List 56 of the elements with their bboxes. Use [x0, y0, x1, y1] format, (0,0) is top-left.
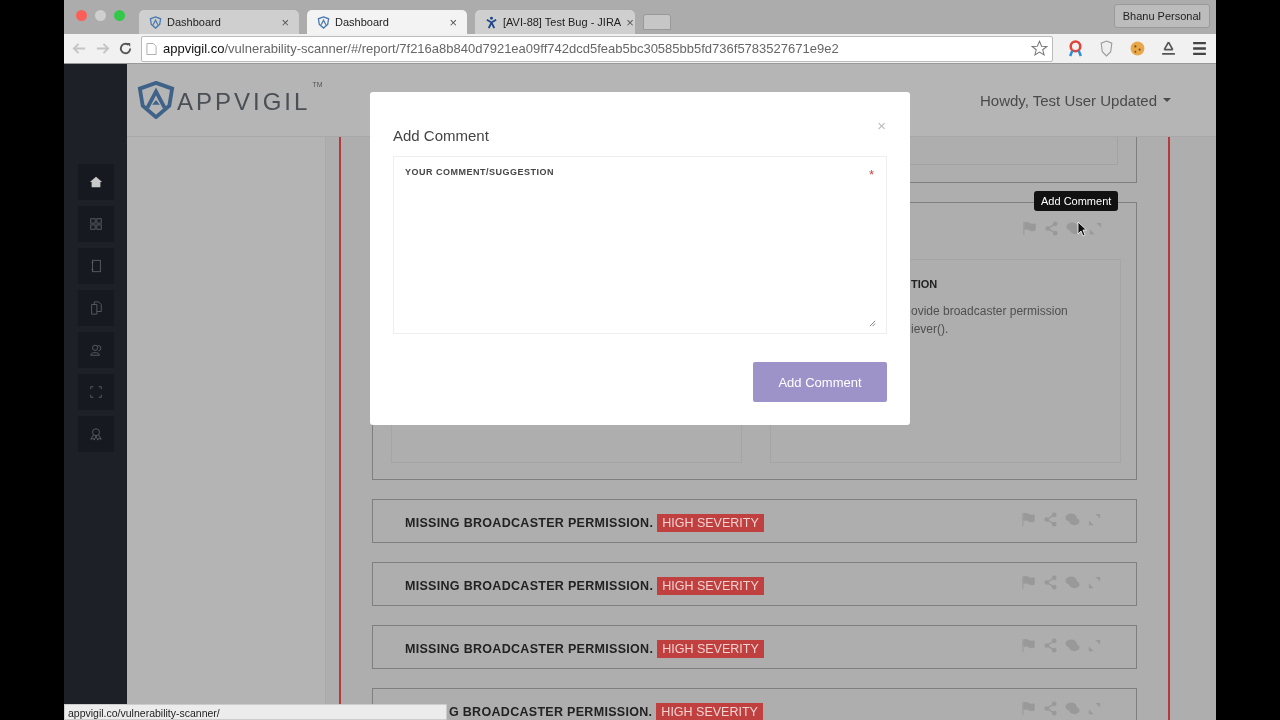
issue-title: MISSING BROADCASTER PERMISSION.	[405, 516, 654, 530]
severity-badge: HIGH SEVERITY	[657, 577, 764, 595]
user-menu[interactable]: Howdy, Test User Updated	[979, 91, 1171, 109]
new-tab-button[interactable]	[643, 14, 671, 30]
close-tab-icon[interactable]: ×	[626, 14, 634, 30]
issue-row[interactable]: MISSING BROADCASTER PERMISSION. HIGH SEVERITY	[372, 562, 1137, 606]
section-heading: TION	[911, 278, 938, 290]
expand-icon[interactable]	[1088, 220, 1103, 236]
reload-icon[interactable]	[118, 41, 133, 56]
shield-icon	[149, 15, 162, 29]
scan-frame-icon	[88, 385, 103, 399]
home-icon	[88, 175, 103, 189]
url-text: appvigil.co/vulnerability-scanner/#/report/7f216a8b840d7921ea09ff742dcd5feab5bc30585bb5fd736f5783527671e9e2	[163, 41, 840, 56]
required-mark: *	[868, 167, 874, 182]
issue-row[interactable]: MISSING BROADCASTER PERMISSION. HIGH SEVERITY	[372, 625, 1137, 669]
forward-arrow-icon[interactable]	[95, 41, 110, 56]
issue-title: MISSING BROADCASTER PERMISSION.	[405, 579, 654, 593]
minimize-window-icon[interactable]	[95, 10, 106, 21]
close-tab-icon[interactable]: ×	[281, 14, 289, 30]
description-text: ovide broadcaster permission	[911, 303, 1068, 320]
issue-title: G BROADCASTER PERMISSION.	[449, 705, 653, 719]
shield-icon[interactable]	[1098, 40, 1115, 57]
tooltip: Add Comment	[1034, 191, 1119, 211]
star-icon[interactable]	[1031, 40, 1048, 57]
back-arrow-icon[interactable]	[72, 41, 87, 56]
cookie-icon[interactable]	[1129, 40, 1146, 57]
severity-badge: HIGH SEVERITY	[657, 514, 764, 532]
shield-icon	[317, 15, 330, 29]
shield-logo-icon	[137, 81, 175, 119]
browser-tab[interactable]: Dashboard ×	[139, 10, 299, 34]
figure-icon	[485, 15, 498, 29]
documents-icon	[88, 301, 103, 315]
page-icon	[146, 41, 157, 56]
grid-icon	[88, 217, 103, 231]
sidebar-item[interactable]	[77, 164, 114, 200]
severity-badge: HIGH SEVERITY	[657, 640, 764, 658]
status-url: appvigil.co/vulnerability-scanner/	[64, 704, 447, 720]
cursor-icon	[1077, 221, 1087, 237]
users-icon	[88, 343, 103, 357]
zoom-window-icon[interactable]	[114, 10, 125, 21]
close-tab-icon[interactable]: ×	[449, 14, 457, 30]
award-icon	[88, 427, 103, 441]
menu-icon[interactable]	[1191, 40, 1208, 57]
severity-badge: HIGH SEVERITY	[656, 703, 763, 720]
browser-tab[interactable]: [AVI-88] Test Bug - JIRA ×	[475, 10, 635, 34]
close-window-icon[interactable]	[76, 10, 87, 21]
field-label: YOUR COMMENT/SUGGESTION	[405, 167, 554, 179]
browser-tab[interactable]: Dashboard ×	[307, 10, 467, 34]
profile-button[interactable]: Bhanu Personal	[1113, 4, 1210, 28]
resize-grip-icon[interactable]	[869, 320, 876, 327]
comment-field[interactable]: YOUR COMMENT/SUGGESTION *	[393, 156, 887, 334]
description-text: iever().	[911, 321, 949, 338]
issue-row[interactable]: MISSING BROADCASTER PERMISSION. HIGH SEVERITY	[372, 499, 1137, 543]
address-bar[interactable]: appvigil.co/vulnerability-scanner/#/report/7f216a8b840d7921ea09ff742dcd5feab5bc30585bb5fd736f5783527671e9e2	[141, 35, 1053, 62]
dialog-title: Add Comment	[393, 127, 489, 144]
issue-title: MISSING BROADCASTER PERMISSION.	[405, 642, 654, 656]
